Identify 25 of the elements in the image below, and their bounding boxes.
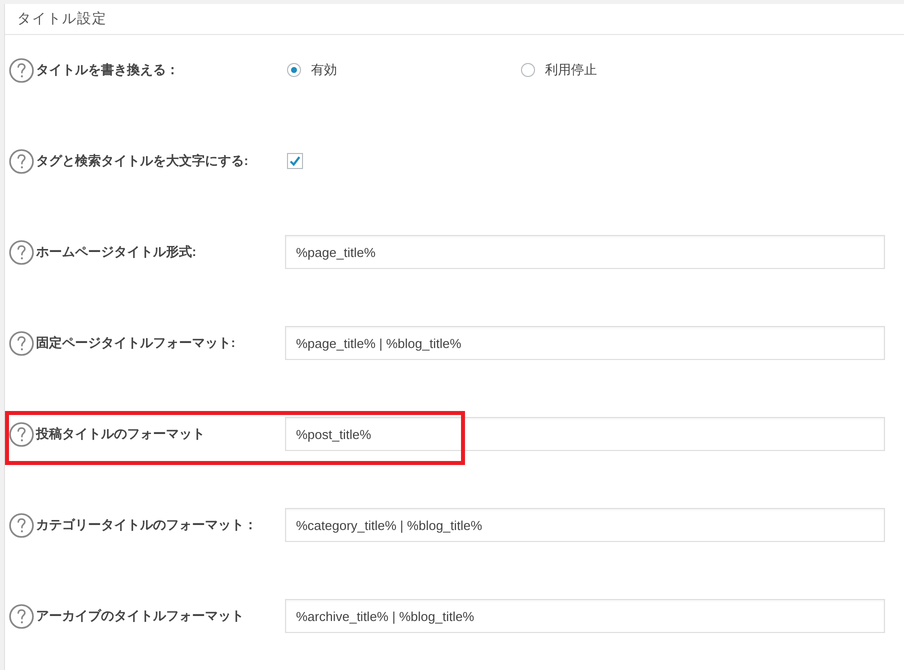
setting-label: カテゴリータイトルのフォーマット： [36, 516, 257, 534]
help-icon[interactable] [9, 422, 34, 446]
setting-label: アーカイブのタイトルフォーマット [36, 607, 244, 625]
setting-label: 投稿タイトルのフォーマット [36, 425, 205, 443]
text-field[interactable]: %post_title% [285, 417, 885, 451]
radio-button[interactable] [287, 63, 301, 77]
help-icon[interactable] [9, 512, 34, 538]
panel-title: タイトル設定 [17, 10, 107, 28]
text-field[interactable]: %category_title% | %blog_title% [285, 508, 885, 542]
setting-label: タイトルを書き換える： [36, 61, 179, 79]
option-label[interactable]: 有効 [311, 61, 337, 79]
text-field[interactable]: %page_title% | %blog_title% [285, 326, 885, 360]
radio-button[interactable] [521, 63, 535, 77]
help-icon[interactable] [9, 148, 34, 174]
text-field[interactable]: %page_title% [285, 235, 885, 269]
help-icon[interactable] [9, 330, 34, 356]
help-icon[interactable] [9, 58, 34, 82]
help-icon[interactable] [9, 240, 34, 264]
setting-label: ホームページタイトル形式: [36, 243, 196, 261]
help-icon[interactable] [9, 604, 34, 628]
option-label[interactable]: 利用停止 [545, 61, 597, 79]
checkbox[interactable] [287, 153, 303, 169]
setting-label: タグと検索タイトルを大文字にする: [36, 152, 248, 170]
text-field[interactable]: %archive_title% | %blog_title% [285, 599, 885, 633]
setting-label: 固定ページタイトルフォーマット: [36, 334, 236, 352]
